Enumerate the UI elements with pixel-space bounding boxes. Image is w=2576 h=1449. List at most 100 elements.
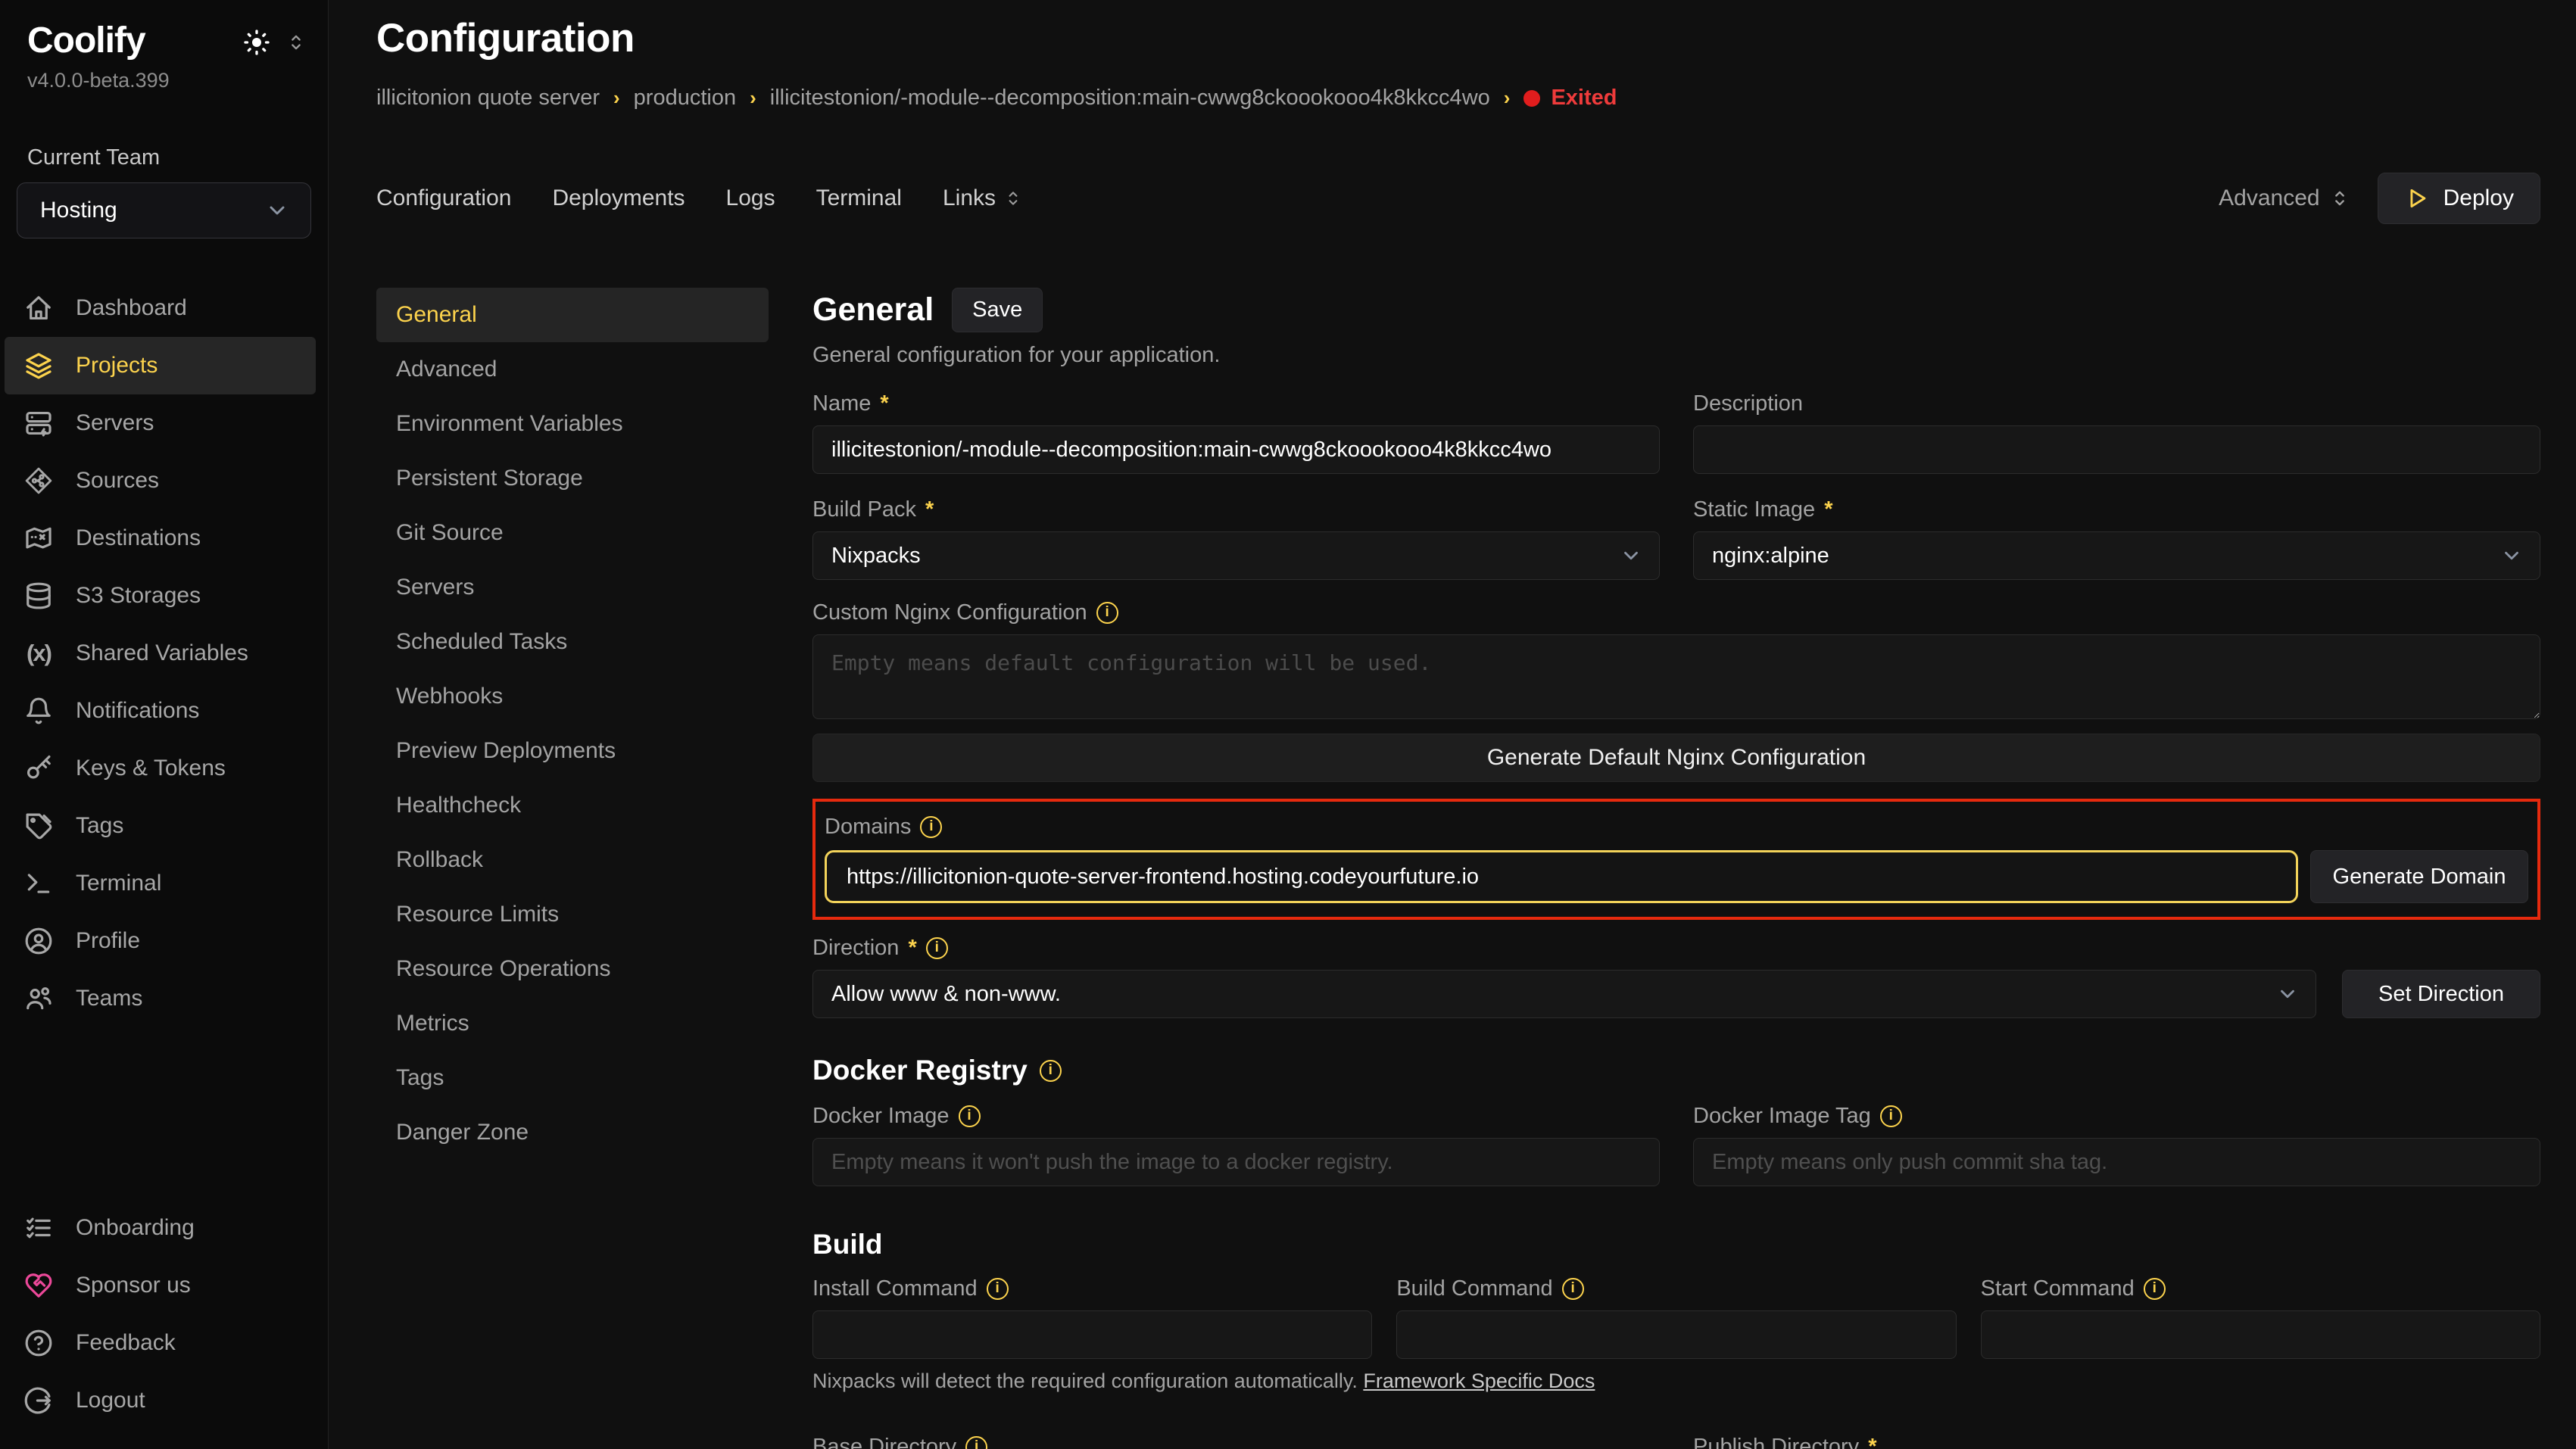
sidebar-item-destinations[interactable]: Destinations xyxy=(5,509,316,567)
static-image-select[interactable]: nginx:alpine xyxy=(1693,531,2540,580)
sidebar-item-sources[interactable]: Sources xyxy=(5,452,316,509)
breadcrumb-separator-icon: › xyxy=(613,86,620,110)
key-icon xyxy=(24,754,53,783)
docker-image-tag-input[interactable] xyxy=(1693,1138,2540,1186)
sidebar-item-dashboard[interactable]: Dashboard xyxy=(5,279,316,337)
description-label: Description xyxy=(1693,389,2540,418)
config-menu-webhooks[interactable]: Webhooks xyxy=(376,669,769,724)
sidebar-item-sponsor-us[interactable]: Sponsor us xyxy=(5,1257,316,1314)
help-circle-icon xyxy=(24,1329,53,1357)
config-menu-resource-limits[interactable]: Resource Limits xyxy=(376,887,769,942)
info-icon[interactable]: i xyxy=(1096,602,1118,624)
config-menu-resource-operations[interactable]: Resource Operations xyxy=(376,942,769,996)
deploy-button[interactable]: Deploy xyxy=(2378,173,2540,224)
section-title: General xyxy=(812,291,934,329)
install-command-input[interactable] xyxy=(812,1310,1372,1359)
tab-terminal[interactable]: Terminal xyxy=(816,185,902,211)
app-logo: Coolify xyxy=(27,20,145,61)
config-menu-healthcheck[interactable]: Healthcheck xyxy=(376,778,769,833)
breadcrumb-application[interactable]: illicitestonion/-module--decomposition:m… xyxy=(770,86,1490,111)
description-input[interactable] xyxy=(1693,425,2540,474)
status-badge: Exited xyxy=(1523,86,1617,111)
info-icon[interactable]: i xyxy=(965,1436,987,1449)
info-icon[interactable]: i xyxy=(2144,1278,2166,1300)
build-command-input[interactable] xyxy=(1396,1310,1956,1359)
info-icon[interactable]: i xyxy=(959,1105,981,1127)
info-icon[interactable]: i xyxy=(987,1278,1009,1300)
build-command-label: Build Command i xyxy=(1396,1274,1956,1303)
info-icon[interactable]: i xyxy=(926,937,948,959)
direction-select[interactable]: Allow www & non-www. xyxy=(812,970,2316,1018)
sidebar-item-teams[interactable]: Teams xyxy=(5,970,316,1027)
docker-image-input[interactable] xyxy=(812,1138,1660,1186)
info-icon[interactable]: i xyxy=(1040,1060,1062,1082)
build-pack-select[interactable]: Nixpacks xyxy=(812,531,1660,580)
sidebar-item-keys-tokens[interactable]: Keys & Tokens xyxy=(5,740,316,797)
sidebar-item-profile[interactable]: Profile xyxy=(5,912,316,970)
publish-directory-label: Publish Directory* xyxy=(1693,1432,2540,1449)
save-button[interactable]: Save xyxy=(952,288,1043,332)
tab-logs[interactable]: Logs xyxy=(726,185,775,211)
breadcrumb-project[interactable]: illicitonion quote server xyxy=(376,86,600,111)
info-icon[interactable]: i xyxy=(1880,1105,1902,1127)
tab-links[interactable]: Links xyxy=(943,185,1023,211)
layers-icon xyxy=(24,351,53,380)
set-direction-button[interactable]: Set Direction xyxy=(2342,970,2540,1018)
breadcrumb-environment[interactable]: production xyxy=(634,86,736,111)
checklist-icon xyxy=(24,1214,53,1242)
chevron-down-icon xyxy=(2500,544,2523,567)
tab-deployments[interactable]: Deployments xyxy=(552,185,685,211)
custom-nginx-textarea[interactable] xyxy=(812,634,2540,719)
theme-sun-icon[interactable] xyxy=(242,27,272,58)
tab-configuration[interactable]: Configuration xyxy=(376,185,511,211)
docker-image-tag-label: Docker Image Tag i xyxy=(1693,1102,2540,1130)
docker-image-label: Docker Image i xyxy=(812,1102,1660,1130)
config-menu-tags[interactable]: Tags xyxy=(376,1051,769,1105)
static-image-label: Static Image* xyxy=(1693,495,2540,524)
start-command-input[interactable] xyxy=(1981,1310,2540,1359)
generate-nginx-config-button[interactable]: Generate Default Nginx Configuration xyxy=(812,734,2540,782)
sidebar-item-terminal[interactable]: Terminal xyxy=(5,855,316,912)
sidebar-item-tags[interactable]: Tags xyxy=(5,797,316,855)
sidebar-item-notifications[interactable]: Notifications xyxy=(5,682,316,740)
chevrons-up-down-icon xyxy=(1003,189,1023,208)
config-menu-persistent-storage[interactable]: Persistent Storage xyxy=(376,451,769,506)
sidebar-item-onboarding[interactable]: Onboarding xyxy=(5,1199,316,1257)
framework-docs-link[interactable]: Framework Specific Docs xyxy=(1363,1370,1595,1392)
breadcrumb-separator-icon: › xyxy=(1504,86,1511,110)
generate-domain-button[interactable]: Generate Domain xyxy=(2310,850,2528,903)
config-menu-rollback[interactable]: Rollback xyxy=(376,833,769,887)
config-menu-general[interactable]: General xyxy=(376,288,769,342)
domains-input[interactable] xyxy=(825,850,2298,903)
bell-icon xyxy=(24,696,53,725)
config-menu-scheduled-tasks[interactable]: Scheduled Tasks xyxy=(376,615,769,669)
config-menu-advanced[interactable]: Advanced xyxy=(376,342,769,397)
config-menu-environment-variables[interactable]: Environment Variables xyxy=(376,397,769,451)
sidebar-item-s3-storages[interactable]: S3 Storages xyxy=(5,567,316,625)
domains-highlight-box: Domains i Generate Domain xyxy=(812,799,2540,920)
git-source-icon xyxy=(24,466,53,495)
sidebar-item-projects[interactable]: Projects xyxy=(5,337,316,394)
config-menu-danger-zone[interactable]: Danger Zone xyxy=(376,1105,769,1160)
domains-label: Domains i xyxy=(825,812,2528,841)
config-menu-servers[interactable]: Servers xyxy=(376,560,769,615)
sidebar-footer-nav: Onboarding Sponsor us Feedback Logout xyxy=(0,1199,328,1429)
team-select[interactable]: Hosting xyxy=(17,182,311,238)
sidebar-item-shared-variables[interactable]: (x) Shared Variables xyxy=(5,625,316,682)
info-icon[interactable]: i xyxy=(920,816,942,838)
config-menu-preview-deployments[interactable]: Preview Deployments xyxy=(376,724,769,778)
sidebar-item-feedback[interactable]: Feedback xyxy=(5,1314,316,1372)
map-icon xyxy=(24,524,53,553)
sidebar: Coolify v4.0.0-beta.399 Current Team Hos… xyxy=(0,0,329,1449)
sidebar-item-servers[interactable]: Servers xyxy=(5,394,316,452)
chevron-down-icon xyxy=(265,198,289,223)
status-dot-icon xyxy=(1523,90,1540,107)
sidebar-item-logout[interactable]: Logout xyxy=(5,1372,316,1429)
advanced-dropdown[interactable]: Advanced xyxy=(2219,185,2350,211)
name-input[interactable] xyxy=(812,425,1660,474)
config-menu-metrics[interactable]: Metrics xyxy=(376,996,769,1051)
theme-select-chevrons-icon[interactable] xyxy=(285,32,307,53)
info-icon[interactable]: i xyxy=(1562,1278,1584,1300)
config-menu-git-source[interactable]: Git Source xyxy=(376,506,769,560)
main-content: Configuration illicitonion quote server … xyxy=(329,0,2576,1449)
